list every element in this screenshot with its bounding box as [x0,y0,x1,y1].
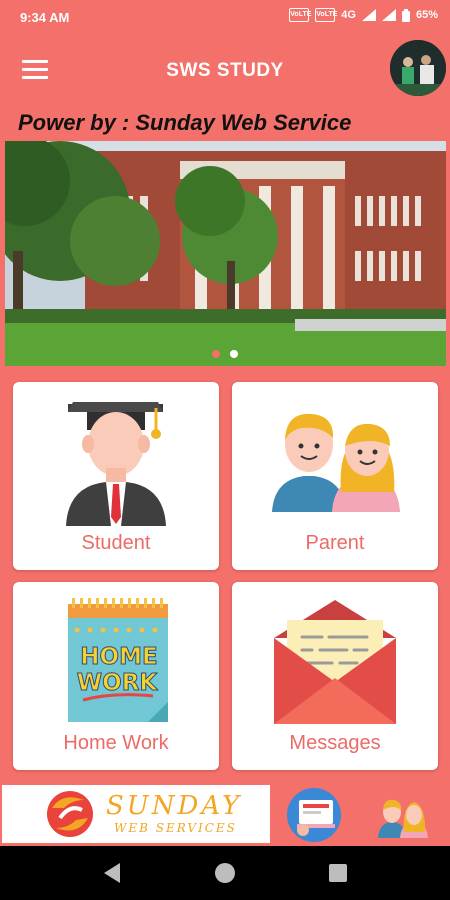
sunday-brand-text: SUNDAY [106,791,243,821]
carousel-dot[interactable] [211,350,220,358]
app-bar: SWS STUDY [0,36,450,106]
online-class-button[interactable] [287,788,341,842]
sunday-brand-subtext: WEB SERVICES [114,821,237,835]
homework-card[interactable]: HOME WORK Home Work [13,582,219,770]
graduate-icon [66,402,166,526]
home-icon[interactable] [214,862,236,884]
messages-label: Messages [289,732,381,754]
system-nav-bar [0,846,450,900]
carousel-indicator [0,345,450,363]
app-title: SWS STUDY [166,60,284,81]
back-icon[interactable] [102,862,122,884]
student-card[interactable]: Student [13,382,219,570]
sunday-web-services-logo[interactable]: SUNDAY WEB SERVICES [2,785,270,843]
parents-icon [378,799,428,838]
parent-label: Parent [305,532,365,554]
bottom-bar: SUNDAY WEB SERVICES [0,780,450,846]
volte-icon: VoLTE [289,8,311,22]
status-icons: VoLTE VoLTE 4G 65% [289,8,438,22]
parent-card[interactable]: Parent [232,382,438,570]
recents-icon[interactable] [328,863,348,883]
svg-text:HOME: HOME [80,644,157,670]
battery-level: 65% [415,9,438,21]
parents-shortcut-button[interactable] [372,788,432,842]
sunday-logo-icon [47,791,93,837]
battery-icon [401,8,410,22]
student-label: Student [81,532,151,554]
status-time: 9:34 AM [20,10,70,25]
signal-icon [361,9,376,21]
messages-card[interactable]: Messages [232,582,438,770]
volte-icon: VoLTE [315,8,337,22]
parents-icon [272,413,400,512]
avatar-image [390,40,446,96]
network-type: 4G [341,9,356,21]
svg-text:WORK: WORK [77,670,159,696]
carousel-dot[interactable] [230,350,239,358]
banner-carousel[interactable] [5,141,446,366]
signal-icon [381,9,396,21]
homework-notebook-icon: HOME WORK [68,598,168,722]
school-building-image [5,141,446,366]
powered-by-text: Power by : Sunday Web Service [18,110,352,135]
homework-label: Home Work [63,732,169,754]
online-class-icon [297,800,335,836]
status-bar: 9:34 AM VoLTE VoLTE 4G 65% [0,0,450,34]
envelope-icon [274,600,396,724]
avatar[interactable] [390,40,446,96]
